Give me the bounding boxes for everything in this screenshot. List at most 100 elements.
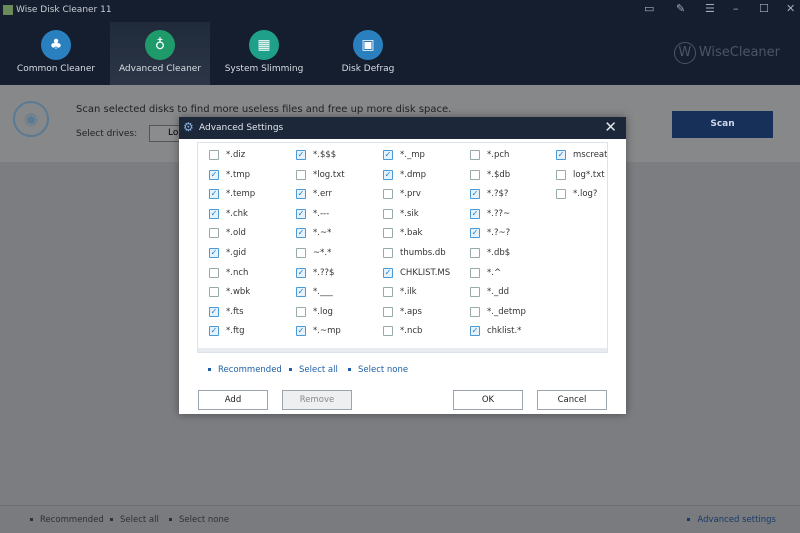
file-type-checkbox[interactable]: ✓ *.??$ [296,267,334,278]
unchecked-icon[interactable] [383,228,393,239]
file-type-checkbox[interactable]: ✓ *.temp [209,189,255,200]
checked-icon[interactable]: ✓ [296,150,306,160]
nav-system-slimming[interactable]: ▦ System Slimming [214,22,314,85]
file-type-checkbox[interactable]: ✓ *.--- [296,208,329,219]
unchecked-icon[interactable] [296,248,306,258]
file-type-checkbox[interactable]: *.sik [383,208,419,219]
dialog-select-none-link[interactable]: Select none [348,365,408,375]
remove-button[interactable]: Remove [282,390,352,410]
minimize-icon[interactable]: – [733,2,739,15]
nav-common-cleaner[interactable]: ♣ Common Cleaner [6,22,106,85]
file-type-checkbox[interactable]: thumbs.db [383,248,446,258]
file-type-checkbox[interactable]: log*.txt [556,169,605,180]
unchecked-icon[interactable] [209,150,219,160]
checked-icon[interactable]: ✓ [209,189,219,200]
close-dialog-icon[interactable]: ✕ [604,118,617,136]
file-type-checkbox[interactable]: *.^ [470,267,501,278]
checked-icon[interactable]: ✓ [470,208,480,219]
unchecked-icon[interactable] [556,169,566,180]
file-type-checkbox[interactable]: *.bak [383,228,422,239]
unchecked-icon[interactable] [383,248,393,258]
checked-icon[interactable]: ✓ [209,326,219,337]
file-type-checkbox[interactable]: *log.txt [296,169,345,180]
checked-icon[interactable]: ✓ [470,228,480,239]
file-type-checkbox[interactable]: *.$db [470,169,510,180]
file-type-checkbox[interactable]: ✓ *.~* [296,228,331,239]
file-type-checkbox[interactable]: *._dd [470,287,509,298]
file-type-checkbox[interactable]: ✓ *.?~? [470,228,510,239]
unchecked-icon[interactable] [296,169,306,180]
checked-icon[interactable]: ✓ [383,169,393,180]
unchecked-icon[interactable] [209,267,219,278]
notes-icon[interactable]: ✎ [676,2,685,15]
file-type-checkbox[interactable]: ✓ *.~mp [296,326,341,337]
checked-icon[interactable]: ✓ [383,267,393,278]
file-type-checkbox[interactable]: *.ncb [383,326,422,337]
file-type-checkbox[interactable]: *.wbk [209,287,250,298]
file-type-checkbox[interactable]: ✓ *.?$? [470,189,508,200]
checked-icon[interactable]: ✓ [209,248,219,258]
file-type-checkbox[interactable]: *.log [296,306,333,317]
checked-icon[interactable]: ✓ [296,326,306,337]
file-type-checkbox[interactable]: ✓ *.gid [209,248,246,258]
file-type-checkbox[interactable]: *.prv [383,189,421,200]
unchecked-icon[interactable] [470,306,480,317]
file-type-checkbox[interactable]: ✓ *.fts [209,306,244,317]
feedback-icon[interactable]: ▭ [644,2,654,15]
add-button[interactable]: Add [198,390,268,410]
unchecked-icon[interactable] [209,228,219,239]
file-type-checkbox[interactable]: ~*.* [296,248,331,258]
dialog-recommended-link[interactable]: Recommended [208,365,282,375]
checked-icon[interactable]: ✓ [470,326,480,337]
file-type-checkbox[interactable]: ✓ *.??~ [470,208,510,219]
unchecked-icon[interactable] [209,287,219,298]
unchecked-icon[interactable] [470,287,480,298]
file-type-checkbox[interactable]: *.nch [209,267,248,278]
file-type-checkbox[interactable]: ✓ *.dmp [383,169,426,180]
checked-icon[interactable]: ✓ [470,189,480,200]
file-type-checkbox[interactable]: ✓ mscreate. [556,150,607,160]
file-type-checkbox[interactable]: *.aps [383,306,422,317]
checked-icon[interactable]: ✓ [296,287,306,298]
close-icon[interactable]: ✕ [786,2,795,15]
unchecked-icon[interactable] [556,189,566,200]
file-type-checkbox[interactable]: ✓ CHKLIST.MS [383,267,450,278]
horizontal-scrollbar[interactable] [198,348,607,352]
unchecked-icon[interactable] [383,287,393,298]
checked-icon[interactable]: ✓ [296,208,306,219]
recommended-link[interactable]: Recommended [30,515,104,525]
file-type-checkbox[interactable]: *.old [209,228,246,239]
file-type-checkbox[interactable]: ✓ chklist.* [470,326,521,337]
nav-advanced-cleaner[interactable]: ♁ Advanced Cleaner [110,22,210,85]
file-type-checkbox[interactable]: ✓ *.chk [209,208,248,219]
maximize-icon[interactable]: ☐ [759,2,769,15]
file-type-checkbox[interactable]: *.ilk [383,287,417,298]
checked-icon[interactable]: ✓ [209,208,219,219]
checked-icon[interactable]: ✓ [209,306,219,317]
file-type-checkbox[interactable]: ✓ *.tmp [209,169,250,180]
scan-button[interactable]: Scan [672,111,773,138]
checked-icon[interactable]: ✓ [296,228,306,239]
checked-icon[interactable]: ✓ [209,169,219,180]
checked-icon[interactable]: ✓ [383,150,393,160]
file-type-checkbox[interactable]: *.diz [209,150,245,160]
unchecked-icon[interactable] [470,267,480,278]
advanced-settings-link[interactable]: Advanced settings [687,515,776,525]
unchecked-icon[interactable] [383,189,393,200]
unchecked-icon[interactable] [296,306,306,317]
file-type-checkbox[interactable]: *.log? [556,189,597,200]
select-none-link[interactable]: Select none [169,515,229,525]
file-type-checkbox[interactable]: *._detmp [470,306,526,317]
unchecked-icon[interactable] [383,326,393,337]
unchecked-icon[interactable] [470,150,480,160]
unchecked-icon[interactable] [383,208,393,219]
file-type-checkbox[interactable]: ✓ *.ftg [209,326,245,337]
file-type-checkbox[interactable]: ✓ *._mp [383,150,425,160]
checked-icon[interactable]: ✓ [296,189,306,200]
select-all-link[interactable]: Select all [110,515,159,525]
menu-icon[interactable]: ☰ [705,2,715,15]
nav-disk-defrag[interactable]: ▣ Disk Defrag [318,22,418,85]
file-type-checkbox[interactable]: ✓ *.$$$ [296,150,336,160]
file-type-checkbox[interactable]: *.db$ [470,248,510,258]
cancel-button[interactable]: Cancel [537,390,607,410]
